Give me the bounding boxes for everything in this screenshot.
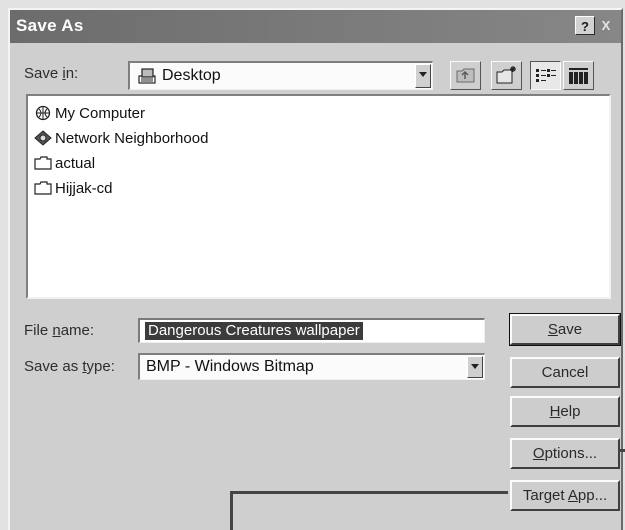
- save-button-key: S: [547, 321, 558, 338]
- save-in-label: Save in:: [24, 65, 78, 82]
- target-app-button-key: A: [567, 487, 578, 504]
- folder-icon: [34, 180, 52, 196]
- save-as-type-label-post: ype:: [86, 358, 115, 375]
- save-as-dialog: Save As ? X Save in: Desktop My Computer…: [8, 8, 623, 530]
- save-button[interactable]: Save: [509, 313, 621, 346]
- save-as-type-label-pre: Save as: [24, 358, 83, 375]
- file-name-label-key: n: [52, 322, 61, 339]
- save-as-type-dropdown-arrow-icon[interactable]: [467, 356, 483, 378]
- list-item-network-neighborhood[interactable]: Network Neighborhood: [34, 127, 208, 149]
- file-name-input[interactable]: Dangerous Creatures wallpaper: [138, 318, 485, 343]
- up-one-level-icon: [456, 68, 475, 83]
- save-in-value: Desktop: [162, 67, 221, 84]
- screenshot-page: Save As ? X Save in: Desktop My Computer…: [0, 0, 625, 530]
- save-as-type-value: BMP - Windows Bitmap: [146, 358, 314, 375]
- close-title-button[interactable]: X: [596, 16, 616, 35]
- details-view-icon: [569, 68, 588, 84]
- save-as-type-label: Save as type:: [24, 358, 115, 375]
- target-app-callout-line: [230, 491, 508, 494]
- options-button[interactable]: Options...: [510, 438, 620, 469]
- folder-icon: [34, 155, 52, 171]
- options-button-key: O: [532, 445, 545, 462]
- file-name-value: Dangerous Creatures wallpaper: [145, 322, 363, 340]
- help-button-rest: elp: [560, 403, 581, 420]
- list-view-button[interactable]: [530, 61, 561, 90]
- file-name-label-pre: File: [24, 322, 53, 339]
- options-button-rest: ptions...: [544, 445, 598, 462]
- list-item-my-computer[interactable]: My Computer: [34, 102, 145, 124]
- save-in-dropdown[interactable]: Desktop: [128, 61, 433, 90]
- save-as-type-dropdown[interactable]: BMP - Windows Bitmap: [138, 353, 485, 380]
- my-computer-icon: [34, 105, 52, 121]
- title-bar[interactable]: Save As ? X: [10, 10, 621, 43]
- cancel-button[interactable]: Cancel: [510, 357, 620, 388]
- save-in-label-post: n:: [65, 65, 79, 82]
- network-neighborhood-icon: [34, 130, 52, 146]
- save-in-label-pre: Save: [24, 65, 63, 82]
- file-name-label: Hijjak-cd: [55, 179, 113, 197]
- help-button-key: H: [549, 403, 561, 420]
- file-name-label: actual: [55, 154, 96, 172]
- help-button[interactable]: Help: [510, 396, 620, 427]
- file-name-label: Network Neighborhood: [55, 129, 209, 147]
- save-button-rest: ave: [557, 321, 583, 338]
- help-title-button[interactable]: ?: [575, 16, 595, 35]
- file-name-label-post: ame:: [60, 322, 95, 339]
- dialog-title: Save As: [16, 16, 84, 35]
- target-app-button-post: pp...: [577, 487, 608, 504]
- target-app-button[interactable]: Target App...: [510, 480, 620, 511]
- save-in-dropdown-arrow-icon[interactable]: [415, 64, 431, 88]
- desktop-icon: [138, 67, 158, 85]
- create-new-folder-button[interactable]: [491, 61, 522, 90]
- target-app-callout-drop: [230, 491, 233, 530]
- list-item-folder-actual[interactable]: actual: [34, 152, 95, 174]
- target-app-button-pre: Target: [522, 487, 568, 504]
- file-name-label: My Computer: [55, 104, 146, 122]
- file-name-label: File name:: [24, 322, 94, 339]
- up-one-level-button[interactable]: [450, 61, 481, 90]
- details-view-button[interactable]: [563, 61, 594, 90]
- list-view-icon: [536, 69, 556, 82]
- list-item-folder-hijjak-cd[interactable]: Hijjak-cd: [34, 177, 113, 199]
- create-new-folder-icon: [496, 66, 516, 84]
- file-list[interactable]: My Computer Network Neighborhood actual …: [26, 94, 611, 299]
- options-callout-line: [618, 449, 625, 452]
